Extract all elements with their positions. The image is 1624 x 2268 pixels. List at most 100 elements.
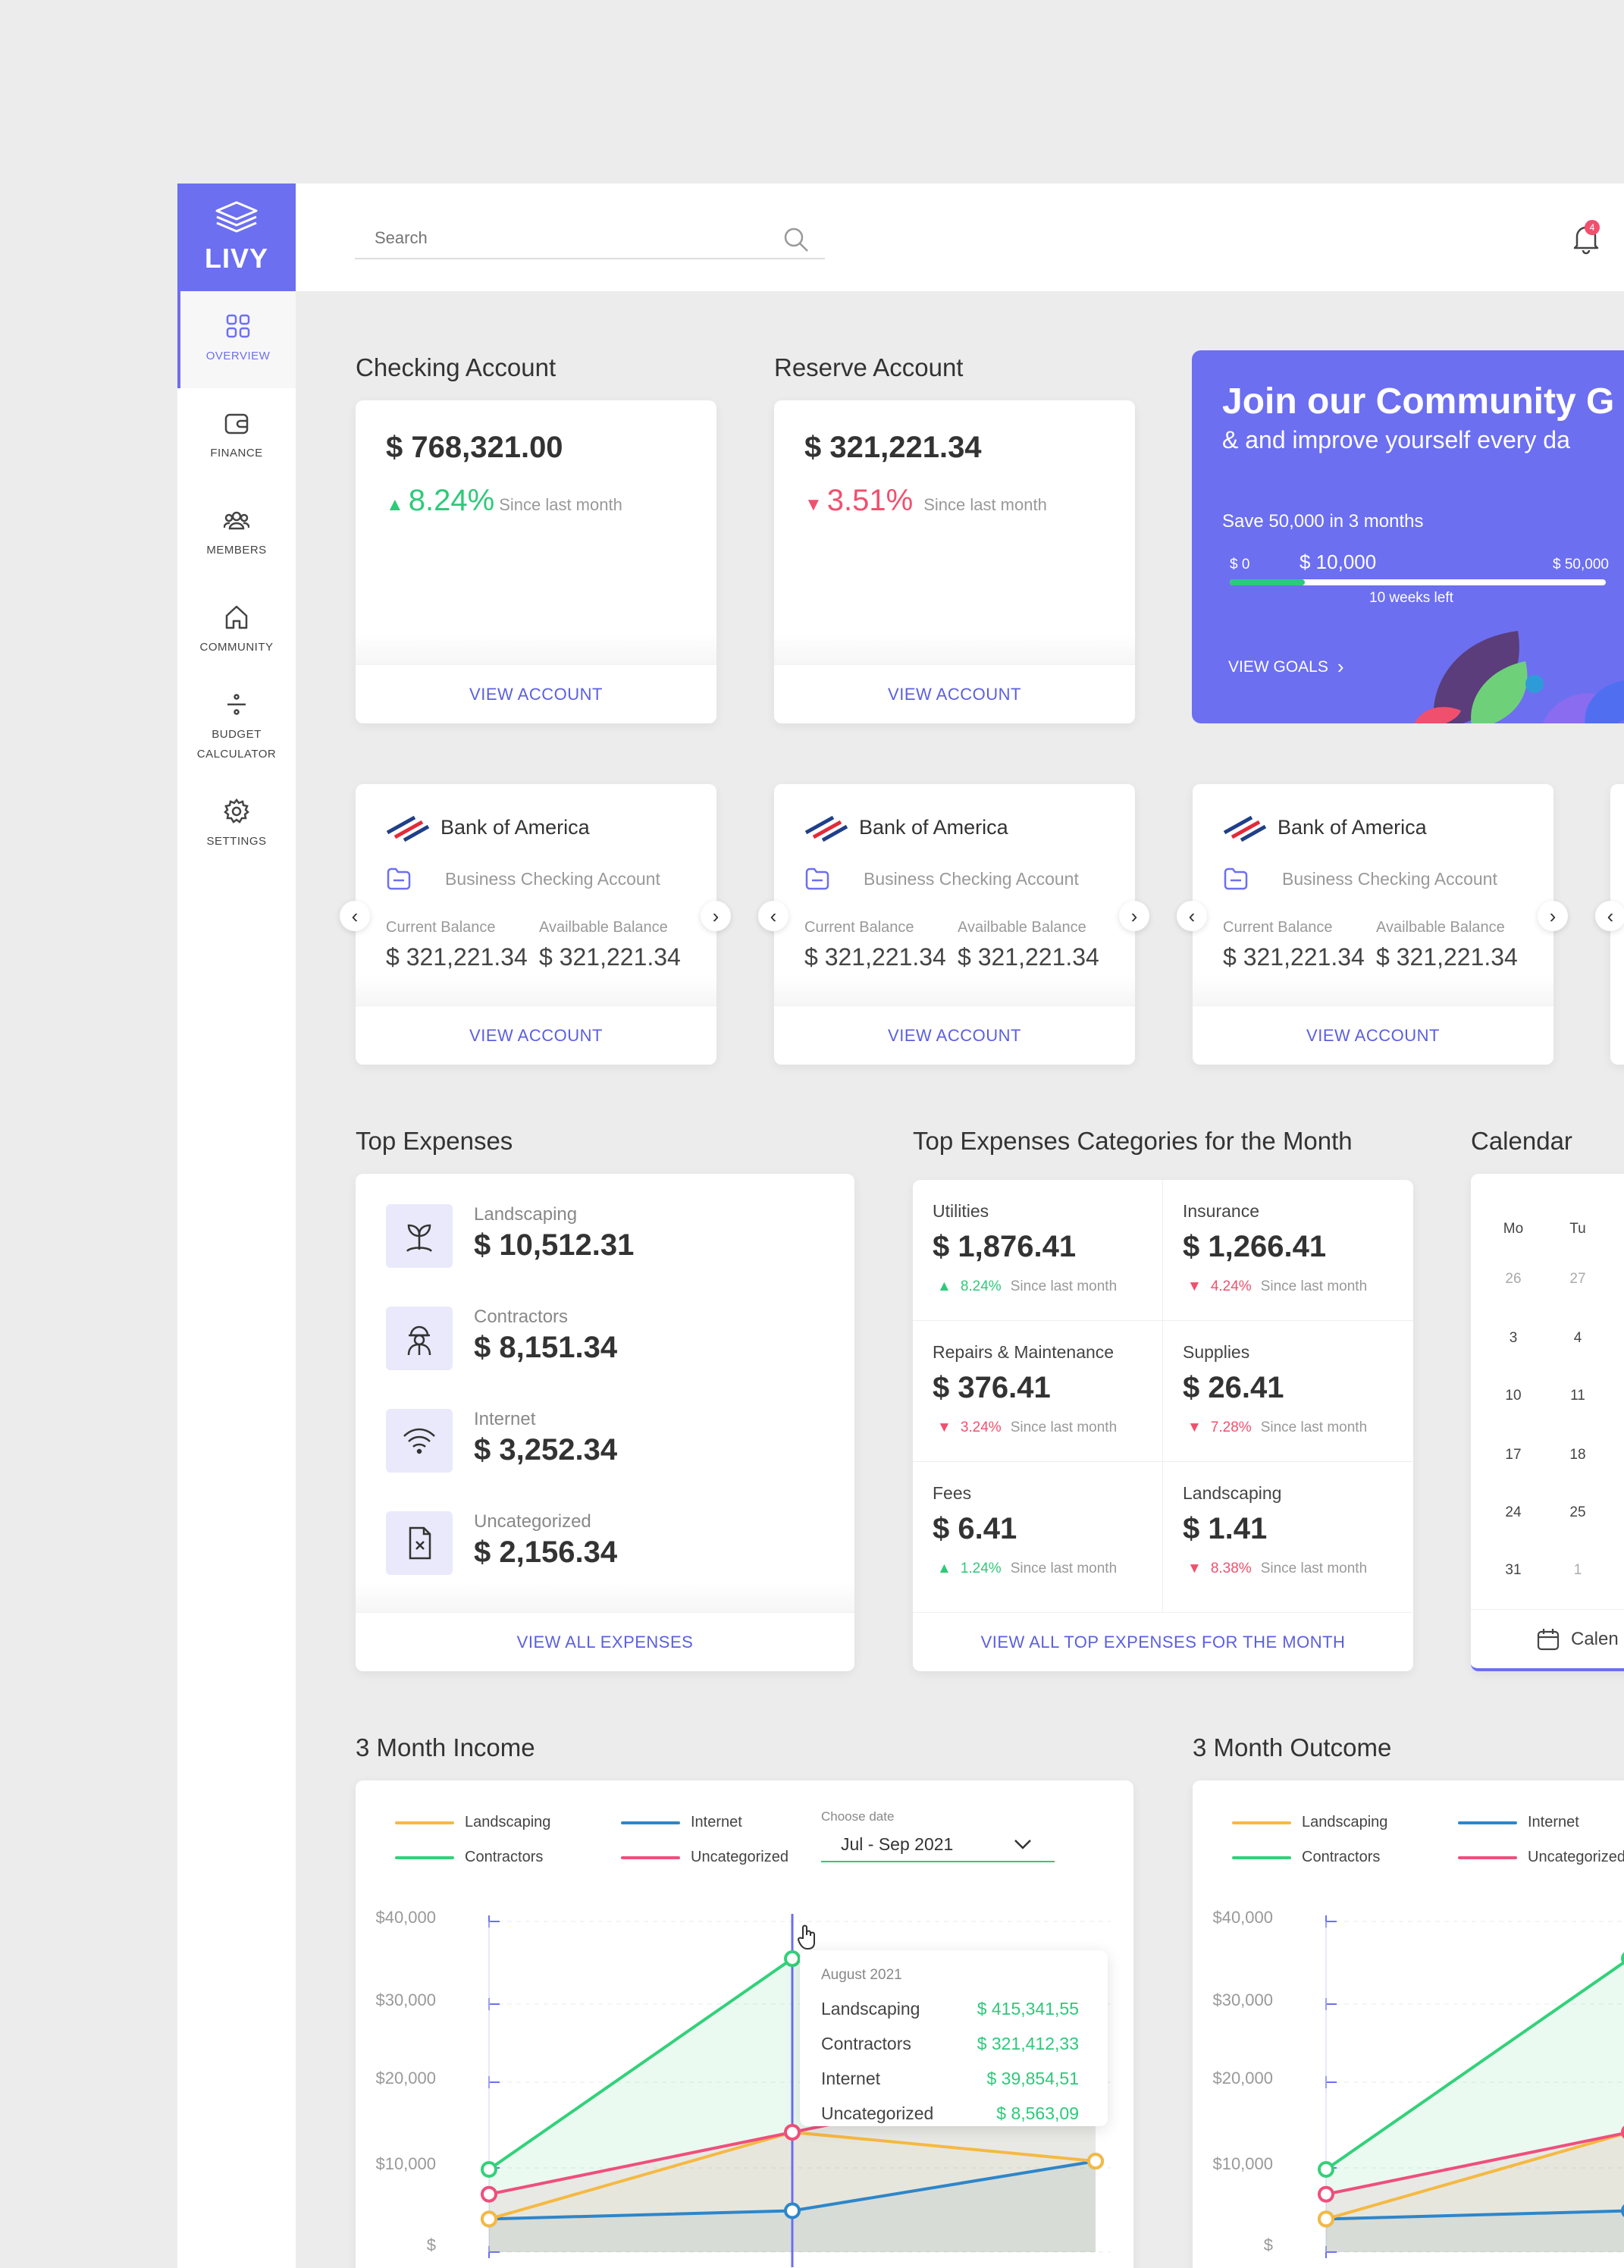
view-account-button[interactable]: VIEW ACCOUNT [774,664,1135,723]
expense-item: Contractors $ 8,151.34 [386,1307,810,1382]
expense-label: Landscaping [474,1204,578,1225]
available-balance-label: Availbable Balance [539,919,668,936]
topbar: 4 [296,184,1624,291]
next-arrow-button[interactable]: › [1119,901,1149,931]
nav-community[interactable]: COMMUNITY [177,582,296,679]
search-icon[interactable] [782,226,810,253]
tooltip-row: Contractors $ 321,412,33 [821,2034,1079,2053]
category-value: $ 376.41 [933,1371,1051,1404]
triangle-down-icon: ▼ [1187,1419,1202,1435]
income-chart-card: Landscaping Internet Contractors Uncateg… [356,1780,1133,2268]
promo-title: Join our Community G [1222,381,1615,422]
calendar-day[interactable]: 4 [1563,1330,1593,1347]
goal-label: Save 50,000 in 3 months [1222,511,1424,532]
chevron-left-icon: ‹ [1607,904,1614,927]
nav-overview[interactable]: OVERVIEW [177,291,296,388]
prev-arrow-button[interactable]: ‹ [1595,901,1624,931]
calendar-day[interactable]: 26 [1498,1271,1528,1288]
category-value: $ 1,266.41 [1183,1230,1327,1263]
prev-arrow-button[interactable]: ‹ [758,901,788,931]
calendar-day[interactable]: 3 [1498,1330,1528,1347]
search-bar [355,220,825,259]
expense-item: Internet $ 3,252.34 [386,1409,810,1485]
tooltip-row: Internet $ 39,854,51 [821,2069,1079,2088]
outcome-chart[interactable] [1193,1780,1624,2268]
category-label: Repairs & Maintenance [933,1342,1115,1362]
category-cell: Landscaping $ 1.41 ▼ 8.38% Since last mont… [1163,1462,1413,1612]
category-cell: Supplies $ 26.41 ▼ 7.28% Since last month [1163,1321,1413,1462]
view-account-button[interactable]: VIEW ACCOUNT [356,1005,716,1065]
prev-arrow-button[interactable]: ‹ [1177,901,1207,931]
bank-name: Bank of America [1278,816,1427,839]
change-value: 8.24% [408,484,495,517]
folder-icon [1224,867,1248,890]
calendar-day[interactable]: 1 [1563,1562,1593,1579]
available-balance-label: Availbable Balance [958,919,1086,936]
data-point-contractors [784,1950,801,1968]
next-arrow-button[interactable]: › [701,901,731,931]
nav-label: BUDGET CALCULATOR [196,728,277,761]
account-type: Business Checking Account [445,869,660,889]
data-point-uncategorized [481,2185,497,2203]
bank-name: Bank of America [859,816,1008,839]
available-balance: $ 321,221.34 [539,943,681,971]
calendar-day[interactable]: 27 [1563,1271,1593,1288]
goal-progress-fill [1230,579,1306,585]
expense-value: $ 2,156.34 [474,1536,618,1569]
view-account-button[interactable]: VIEW ACCOUNT [1193,1005,1553,1065]
view-account-button[interactable]: VIEW ACCOUNT [774,1005,1135,1065]
view-account-button[interactable]: VIEW ACCOUNT [356,664,716,723]
calendar-footer-label: Calen [1571,1628,1619,1649]
expense-value: $ 8,151.34 [474,1331,618,1364]
calendar-day[interactable]: 18 [1563,1447,1593,1463]
available-balance: $ 321,221.34 [958,943,1099,971]
category-change: ▼ 3.24% Since last month [937,1419,1118,1435]
view-all-expenses-button[interactable]: VIEW ALL EXPENSES [356,1612,854,1671]
nav-label: OVERVIEW [205,350,271,362]
prev-arrow-button[interactable]: ‹ [340,901,370,931]
category-change: ▲ 8.24% Since last month [937,1278,1118,1294]
calendar-day[interactable]: 10 [1498,1388,1528,1404]
category-value: $ 1,876.41 [933,1230,1077,1263]
category-change: ▼ 4.24% Since last month [1187,1278,1368,1294]
nav-members[interactable]: MEMBERS [177,485,296,582]
calendar-day[interactable]: 17 [1498,1447,1528,1463]
bank-card: Bank of America Business Checking Accoun… [1193,784,1553,1065]
triangle-up-icon: ▲ [937,1561,952,1576]
reserve-title: Reserve Account [774,353,964,381]
nav-finance[interactable]: FINANCE [177,388,296,485]
reserve-change: ▼ 3.51% Since last month [804,484,1047,518]
wallet-icon [224,413,249,434]
data-point-uncategorized [784,2123,801,2141]
view-goals-button[interactable]: VIEW GOALS › [1228,655,1344,679]
expense-label: Internet [474,1409,536,1429]
chevron-left-icon: ‹ [351,904,359,927]
category-label: Landscaping [1183,1483,1282,1503]
nav-settings[interactable]: SETTINGS [177,776,296,874]
logo[interactable]: LIVY [177,184,296,291]
nav-budget-calculator[interactable]: BUDGET CALCULATOR [177,679,296,776]
categories-title: Top Expenses Categories for the Month [913,1127,1353,1155]
calendar-footer-button[interactable]: Calen [1471,1609,1624,1668]
calendar-day[interactable]: 24 [1498,1504,1528,1521]
calendar-day[interactable]: 31 [1498,1562,1528,1579]
category-change: ▼ 8.38% Since last month [1187,1561,1368,1576]
next-arrow-button[interactable]: › [1538,901,1568,931]
since-label: Since last month [923,495,1047,514]
search-input[interactable] [355,220,779,256]
data-point-landscaping [481,2210,497,2228]
expense-item: Landscaping $ 10,512.31 [386,1204,810,1280]
category-value: $ 26.41 [1183,1371,1284,1404]
view-goals-label: VIEW GOALS [1228,657,1328,676]
promo-subtitle: & and improve yourself every da [1222,426,1570,453]
home-icon [225,605,248,629]
goal-current: $ 10,000 [1300,551,1377,573]
checking-change: ▲ 8.24% Since last month [386,484,622,518]
triangle-up-icon: ▲ [386,494,404,515]
calendar-day[interactable]: 11 [1563,1388,1593,1404]
category-label: Fees [933,1483,972,1503]
calendar-icon [1537,1628,1560,1650]
view-all-top-expenses-button[interactable]: VIEW ALL TOP EXPENSES FOR THE MONTH [913,1612,1413,1671]
hand-cursor-icon [797,1925,815,1950]
calendar-day[interactable]: 25 [1563,1504,1593,1521]
